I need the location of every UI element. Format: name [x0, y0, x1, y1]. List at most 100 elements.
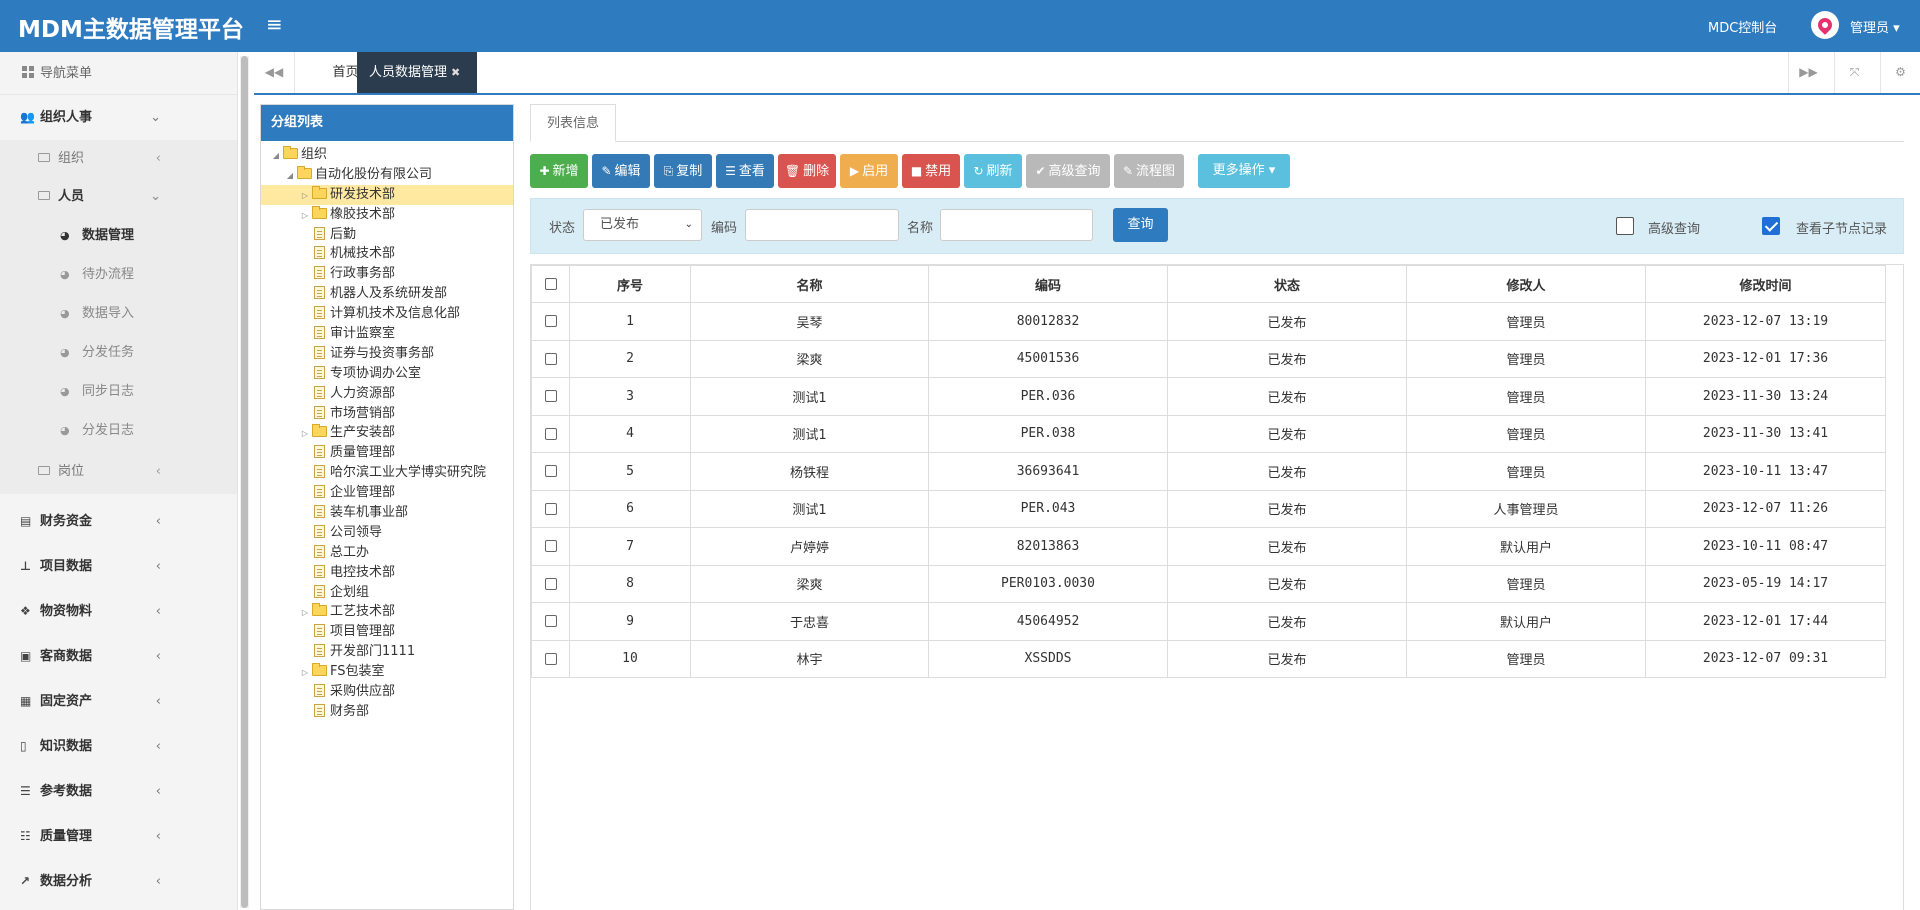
tree-node[interactable]: ▷ 工艺技术部 — [261, 602, 513, 622]
sidebar-group-org-personnel[interactable]: 👥 组织人事 ⌄ — [0, 95, 237, 140]
row-checkbox[interactable] — [544, 390, 557, 403]
expand-arrow-icon[interactable]: ▷ — [300, 424, 310, 444]
column-header[interactable]: 序号 — [569, 265, 691, 303]
tree-node[interactable]: ◢ 自动化股份有限公司 — [261, 165, 513, 185]
status-select[interactable]: 已发布 ⌄ — [583, 209, 702, 241]
select-all-checkbox[interactable] — [544, 278, 557, 290]
sidebar-group-reference[interactable]: ☰ 参考数据 ‹ — [0, 769, 237, 814]
row-checkbox[interactable] — [544, 315, 557, 328]
tree-node[interactable]: 计算机技术及信息化部 — [261, 304, 513, 324]
avatar[interactable] — [1811, 11, 1839, 39]
delete-button[interactable]: 🗑 删除 — [778, 154, 836, 188]
sidebar-group-analytics[interactable]: ↗ 数据分析 ‹ — [0, 859, 237, 904]
tree-node[interactable]: 总工办 — [261, 543, 513, 563]
row-checkbox[interactable] — [544, 540, 557, 553]
edit-button[interactable]: ✎ 编辑 — [592, 154, 650, 188]
tree-node[interactable]: 机械技术部 — [261, 244, 513, 264]
tree-node[interactable]: 开发部门1111 — [261, 642, 513, 662]
sidebar-item-post[interactable]: 岗位 ‹ — [0, 450, 237, 494]
show-subnode-records-checkbox[interactable] — [1762, 217, 1780, 235]
name-input[interactable] — [940, 209, 1093, 241]
disable-button[interactable]: ■ 禁用 — [902, 154, 960, 188]
tab-scroll-left-icon[interactable]: ◀◀ — [254, 52, 294, 93]
tree-node[interactable]: 质量管理部 — [261, 443, 513, 463]
tree-node[interactable]: 市场营销部 — [261, 404, 513, 424]
add-button[interactable]: ✚ 新增 — [530, 154, 588, 188]
row-checkbox[interactable] — [544, 577, 557, 590]
sidebar-leaf-data-import[interactable]: ◕ 数据导入 — [0, 294, 237, 333]
sidebar-group-quality[interactable]: ☷ 质量管理 ‹ — [0, 814, 237, 859]
tree-node[interactable]: ▷ FS包装室 — [261, 662, 513, 682]
table-row[interactable]: 10 林宇 XSSDDS 已发布 管理员 2023-12-07 09:31 — [531, 639, 1886, 678]
sidebar-group-finance[interactable]: ▤ 财务资金 ‹ — [0, 499, 237, 544]
enable-button[interactable]: ▶ 启用 — [840, 154, 898, 188]
sidebar-scrollbar[interactable] — [240, 56, 249, 908]
tree-node[interactable]: 采购供应部 — [261, 682, 513, 702]
close-icon[interactable]: ✖ — [451, 66, 460, 79]
sidebar-leaf-dispatch-task[interactable]: ◕ 分发任务 — [0, 333, 237, 372]
table-row[interactable]: 7 卢婷婷 82013863 已发布 默认用户 2023-10-11 08:47 — [531, 527, 1886, 566]
sidebar-leaf-data-management[interactable]: ◕ 数据管理 — [0, 216, 237, 255]
sidebar-leaf-sync-log[interactable]: ◕ 同步日志 — [0, 372, 237, 411]
sidebar-group-customers[interactable]: ▣ 客商数据 ‹ — [0, 634, 237, 679]
tree-node[interactable]: 审计监察室 — [261, 324, 513, 344]
collapse-arrow-icon[interactable]: ◢ — [285, 166, 295, 186]
table-row[interactable]: 3 测试1 PER.036 已发布 管理员 2023-11-30 13:24 — [531, 377, 1886, 416]
row-checkbox[interactable] — [544, 352, 557, 365]
tree-node[interactable]: 机器人及系统研发部 — [261, 284, 513, 304]
tree-node[interactable]: 哈尔滨工业大学博实研究院 — [261, 463, 513, 483]
more-actions-button[interactable]: 更多操作 ▾ — [1198, 154, 1290, 188]
tree-node[interactable]: 电控技术部 — [261, 563, 513, 583]
expand-arrow-icon[interactable]: ▷ — [300, 663, 310, 683]
code-input[interactable] — [745, 209, 899, 241]
sidebar-group-project[interactable]: ⊥ 项目数据 ‹ — [0, 544, 237, 589]
expand-arrow-icon[interactable]: ▷ — [300, 603, 310, 623]
column-header[interactable]: 编码 — [928, 265, 1168, 303]
row-checkbox[interactable] — [544, 465, 557, 478]
table-row[interactable]: 4 测试1 PER.038 已发布 管理员 2023-11-30 13:41 — [531, 414, 1886, 453]
tree-node[interactable]: 行政事务部 — [261, 264, 513, 284]
sidebar-item-person[interactable]: 人员 ⌄ — [0, 178, 237, 216]
query-button[interactable]: 查询 — [1113, 208, 1168, 242]
table-row[interactable]: 2 梁爽 45001536 已发布 管理员 2023-12-01 17:36 — [531, 339, 1886, 378]
flowchart-button[interactable]: ✎ 流程图 — [1114, 154, 1184, 188]
row-checkbox[interactable] — [544, 652, 557, 665]
tree-node[interactable]: 后勤 — [261, 225, 513, 245]
tree-node[interactable]: 公司领导 — [261, 523, 513, 543]
refresh-button[interactable]: ↻ 刷新 — [964, 154, 1022, 188]
tab-person-data-management[interactable]: 人员数据管理 ✖ — [357, 52, 477, 93]
tree-node[interactable]: ▷ 研发技术部 — [261, 184, 513, 205]
tree-node[interactable]: 项目管理部 — [261, 622, 513, 642]
expand-arrow-icon[interactable]: ▷ — [300, 206, 310, 226]
copy-button[interactable]: ⎘ 复制 — [654, 154, 712, 188]
sidebar-group-materials[interactable]: ❖ 物资物料 ‹ — [0, 589, 237, 634]
table-row[interactable]: 8 梁爽 PER0103.0030 已发布 管理员 2023-05-19 14:17 — [531, 564, 1886, 603]
user-menu[interactable]: 管理员 ▾ — [1850, 17, 1900, 36]
tree-node[interactable]: ▷ 橡胶技术部 — [261, 205, 513, 225]
tree-node[interactable]: 人力资源部 — [261, 384, 513, 404]
tree-node[interactable]: 专项协调办公室 — [261, 364, 513, 384]
table-row[interactable]: 1 吴琴 80012832 已发布 管理员 2023-12-07 13:19 — [531, 302, 1886, 341]
gear-icon[interactable]: ⚙ — [1880, 52, 1920, 93]
table-row[interactable]: 6 测试1 PER.043 已发布 人事管理员 2023-12-07 11:26 — [531, 489, 1886, 528]
tab-list-info[interactable]: 列表信息 — [530, 104, 616, 142]
menu-toggle-icon[interactable]: ≡ — [266, 12, 283, 36]
sidebar-leaf-dispatch-log[interactable]: ◕ 分发日志 — [0, 411, 237, 450]
column-header[interactable]: 修改人 — [1406, 265, 1646, 303]
view-button[interactable]: ☰ 查看 — [716, 154, 774, 188]
column-header[interactable]: 修改时间 — [1645, 265, 1886, 303]
tree-node[interactable]: ◢ 组织 — [261, 145, 513, 165]
row-checkbox[interactable] — [544, 502, 557, 515]
tree-node[interactable]: ▷ 生产安装部 — [261, 423, 513, 443]
advanced-query-checkbox[interactable] — [1616, 217, 1634, 235]
tree-node[interactable]: 财务部 — [261, 702, 513, 722]
fullscreen-icon[interactable]: ⤧ — [1834, 52, 1874, 93]
sidebar-item-org[interactable]: 组织 ‹ — [0, 140, 237, 178]
tab-scroll-right-icon[interactable]: ▶▶ — [1788, 52, 1828, 93]
advanced-query-button[interactable]: ✔ 高级查询 — [1026, 154, 1110, 188]
sidebar-group-knowledge[interactable]: ▯ 知识数据 ‹ — [0, 724, 237, 769]
sidebar-leaf-todo-flow[interactable]: ◕ 待办流程 — [0, 255, 237, 294]
row-checkbox[interactable] — [544, 615, 557, 628]
table-row[interactable]: 5 杨铁程 36693641 已发布 管理员 2023-10-11 13:47 — [531, 452, 1886, 491]
tree-node[interactable]: 企业管理部 — [261, 483, 513, 503]
